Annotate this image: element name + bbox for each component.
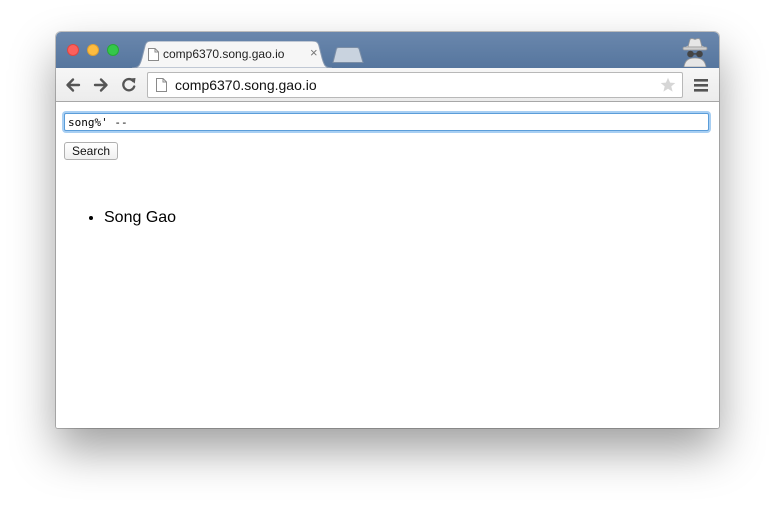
new-tab-button[interactable] [332,47,364,68]
address-bar[interactable]: comp6370.song.gao.io [147,72,683,98]
reload-icon[interactable] [119,75,139,95]
arrow-left-icon[interactable] [63,75,83,95]
star-icon[interactable] [660,77,676,98]
search-input[interactable] [64,113,709,131]
browser-window: comp6370.song.gao.io × comp6370.song.gao… [56,32,719,428]
search-button[interactable]: Search [64,142,119,160]
window-close-button[interactable] [67,44,79,56]
tab-close-icon[interactable]: × [310,45,318,61]
address-bar-url: comp6370.song.gao.io [175,77,317,93]
arrow-right-icon[interactable] [91,75,111,95]
tab-active[interactable]: comp6370.song.gao.io × [132,41,332,68]
list-item: Song Gao [104,208,176,228]
window-maximize-button[interactable] [107,44,119,56]
page-icon [148,48,159,66]
results-list: Song Gao [104,208,176,228]
page-content: Search Song Gao [56,102,719,428]
page-icon [156,78,167,97]
title-bar: comp6370.song.gao.io × [56,32,719,68]
tab-title: comp6370.song.gao.io [163,47,285,61]
hamburger-menu-icon[interactable] [694,79,708,92]
incognito-icon [679,37,711,72]
browser-toolbar: comp6370.song.gao.io [56,68,719,102]
window-minimize-button[interactable] [87,44,99,56]
